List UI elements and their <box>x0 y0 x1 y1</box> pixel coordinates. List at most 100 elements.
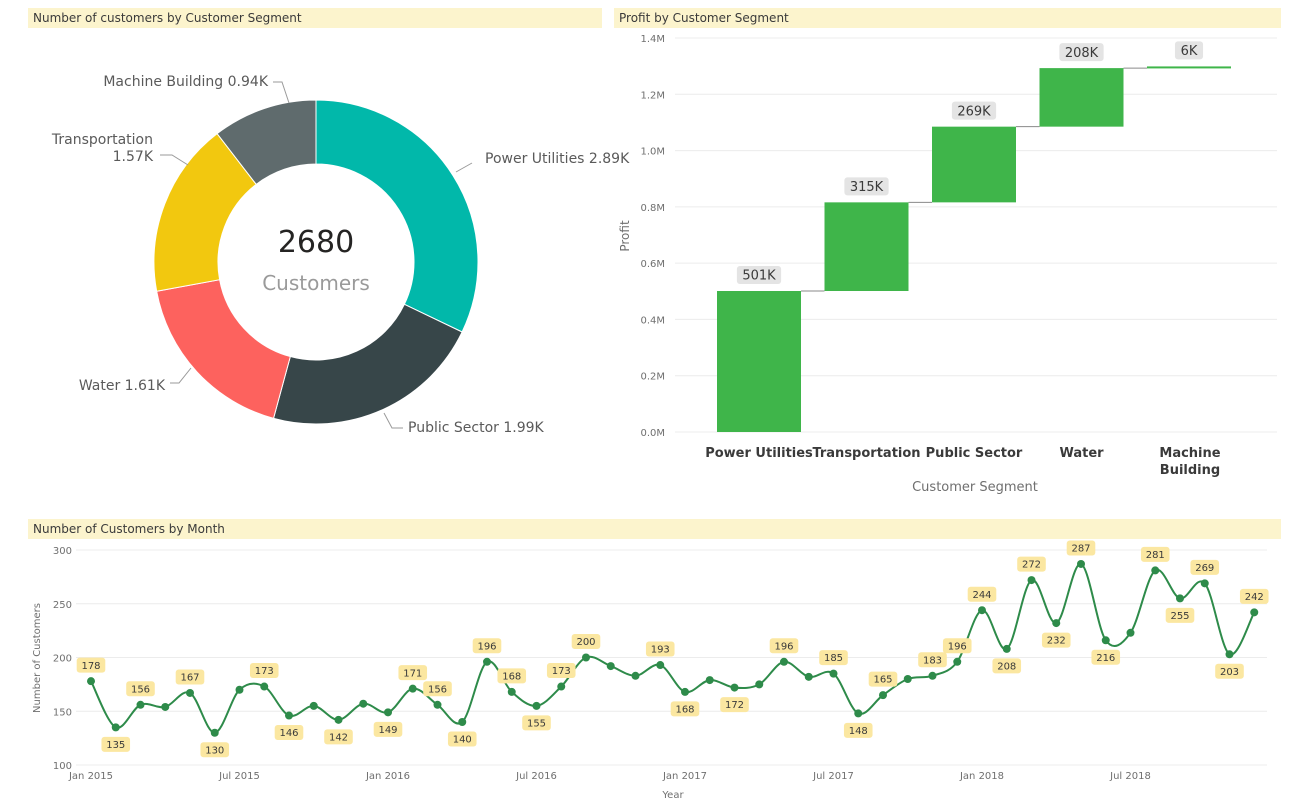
line-data-label: 232 <box>1041 632 1071 648</box>
line-point <box>631 671 640 680</box>
line-data-label: 167 <box>175 669 205 685</box>
line-point <box>656 661 665 670</box>
line-point <box>1027 576 1036 585</box>
line-data-label: 269 <box>1190 559 1220 575</box>
line-point <box>804 672 813 681</box>
line-data-label-text: 272 <box>1022 560 1041 571</box>
line-data-label-text: 156 <box>428 684 447 695</box>
line-point <box>681 687 689 696</box>
line-data-label: 172 <box>720 697 749 713</box>
line-data-label-text: 281 <box>1146 550 1165 561</box>
line-point <box>730 683 739 692</box>
line-point <box>606 662 615 671</box>
line-data-label: 208 <box>992 658 1022 674</box>
line-chart[interactable]: 100150200250300 Jan 2015 Jul 2015 Jan 2016… <box>0 0 1298 811</box>
line-data-label: 185 <box>819 650 848 666</box>
line-data-label: 203 <box>1215 663 1244 679</box>
line-point <box>532 701 541 710</box>
line-data-label: 155 <box>522 715 551 731</box>
line-point <box>582 653 590 662</box>
line-x-tick-label: Jul 2015 <box>218 771 260 782</box>
line-point <box>334 715 343 724</box>
line-data-label-text: 196 <box>477 641 496 652</box>
line-point <box>1200 579 1209 588</box>
line-y-tick-label: 200 <box>53 654 72 665</box>
line-point <box>879 691 887 700</box>
line-data-label: 165 <box>868 671 898 687</box>
line-data-label-text: 171 <box>403 668 422 679</box>
line-x-tick-label: Jul 2016 <box>515 771 557 782</box>
line-point <box>755 680 764 689</box>
line-data-label-text: 168 <box>675 705 694 716</box>
line-point <box>285 711 293 720</box>
line-data-label: 156 <box>423 681 452 697</box>
line-data-label-text: 149 <box>378 725 397 736</box>
line-point <box>136 700 145 709</box>
line-point <box>1250 608 1259 617</box>
line-point <box>1151 566 1160 575</box>
line-data-label: 173 <box>546 663 576 679</box>
line-x-ticks: Jan 2015 Jul 2015 Jan 2016 Jul 2016 Jan 2017… <box>68 771 1151 782</box>
line-data-label-text: 269 <box>1195 563 1214 574</box>
line-data-label-text: 185 <box>824 653 843 664</box>
line-point <box>557 682 566 691</box>
line-data-label: 216 <box>1091 649 1121 665</box>
line-point <box>1101 636 1110 645</box>
line-x-tick-label: Jan 2016 <box>365 771 410 782</box>
line-data-label: 178 <box>76 657 106 673</box>
line-point <box>161 702 170 711</box>
line-data-label-text: 200 <box>576 637 595 648</box>
line-point <box>87 677 95 686</box>
line-data-label-text: 193 <box>651 645 670 656</box>
line-data-label: 281 <box>1140 546 1170 562</box>
line-point <box>186 688 194 697</box>
line-data-label-text: 173 <box>255 666 274 677</box>
line-y-axis-title: Number of Customers <box>32 603 43 713</box>
line-point <box>458 718 467 726</box>
line-data-label-text: 196 <box>948 641 967 652</box>
line-x-tick-label: Jan 2018 <box>959 771 1004 782</box>
line-x-axis-title: Year <box>661 790 684 801</box>
line-data-label-text: 167 <box>180 673 199 684</box>
line-point <box>1052 619 1061 628</box>
line-data-label-text: 130 <box>205 745 224 756</box>
line-data-label: 171 <box>398 665 428 681</box>
line-point <box>829 669 838 678</box>
line-data-label: 242 <box>1239 588 1269 604</box>
line-data-labels: 178 135 156 167 130 173 146 142 149 171 156 140 196 1… <box>76 540 1269 758</box>
line-point <box>1126 628 1135 637</box>
line-point <box>705 676 714 685</box>
line-data-label: 148 <box>843 722 873 738</box>
line-data-label-text: 203 <box>1220 667 1239 678</box>
line-data-label-text: 168 <box>502 672 521 683</box>
line-data-label: 168 <box>670 701 700 717</box>
line-data-label-text: 216 <box>1096 653 1115 664</box>
line-data-label-text: 242 <box>1245 592 1264 603</box>
line-data-label: 196 <box>472 638 502 654</box>
line-point <box>780 657 788 666</box>
line-y-tick-label: 300 <box>53 546 72 557</box>
line-point <box>384 708 392 717</box>
line-point <box>235 685 244 694</box>
line-x-tick-label: Jan 2017 <box>662 771 707 782</box>
line-data-label: 244 <box>967 586 997 602</box>
line-point <box>1225 650 1234 659</box>
line-data-label-text: 156 <box>131 684 150 695</box>
line-data-label-text: 244 <box>972 590 991 601</box>
line-point <box>1002 644 1011 653</box>
line-point <box>854 709 863 718</box>
line-data-label: 149 <box>373 721 403 737</box>
line-point <box>210 728 219 737</box>
line-point <box>483 657 491 666</box>
line-data-label-text: 148 <box>849 726 868 737</box>
line-y-tick-label: 150 <box>53 707 72 718</box>
line-data-label-text: 183 <box>923 655 942 666</box>
line-point <box>309 701 318 710</box>
line-data-label-text: 173 <box>552 666 571 677</box>
line-data-label-text: 172 <box>725 700 744 711</box>
line-data-label: 200 <box>571 634 601 649</box>
line-point <box>359 699 368 708</box>
line-data-label: 193 <box>645 641 675 657</box>
line-data-label: 196 <box>942 638 972 654</box>
line-data-label: 146 <box>274 725 304 741</box>
